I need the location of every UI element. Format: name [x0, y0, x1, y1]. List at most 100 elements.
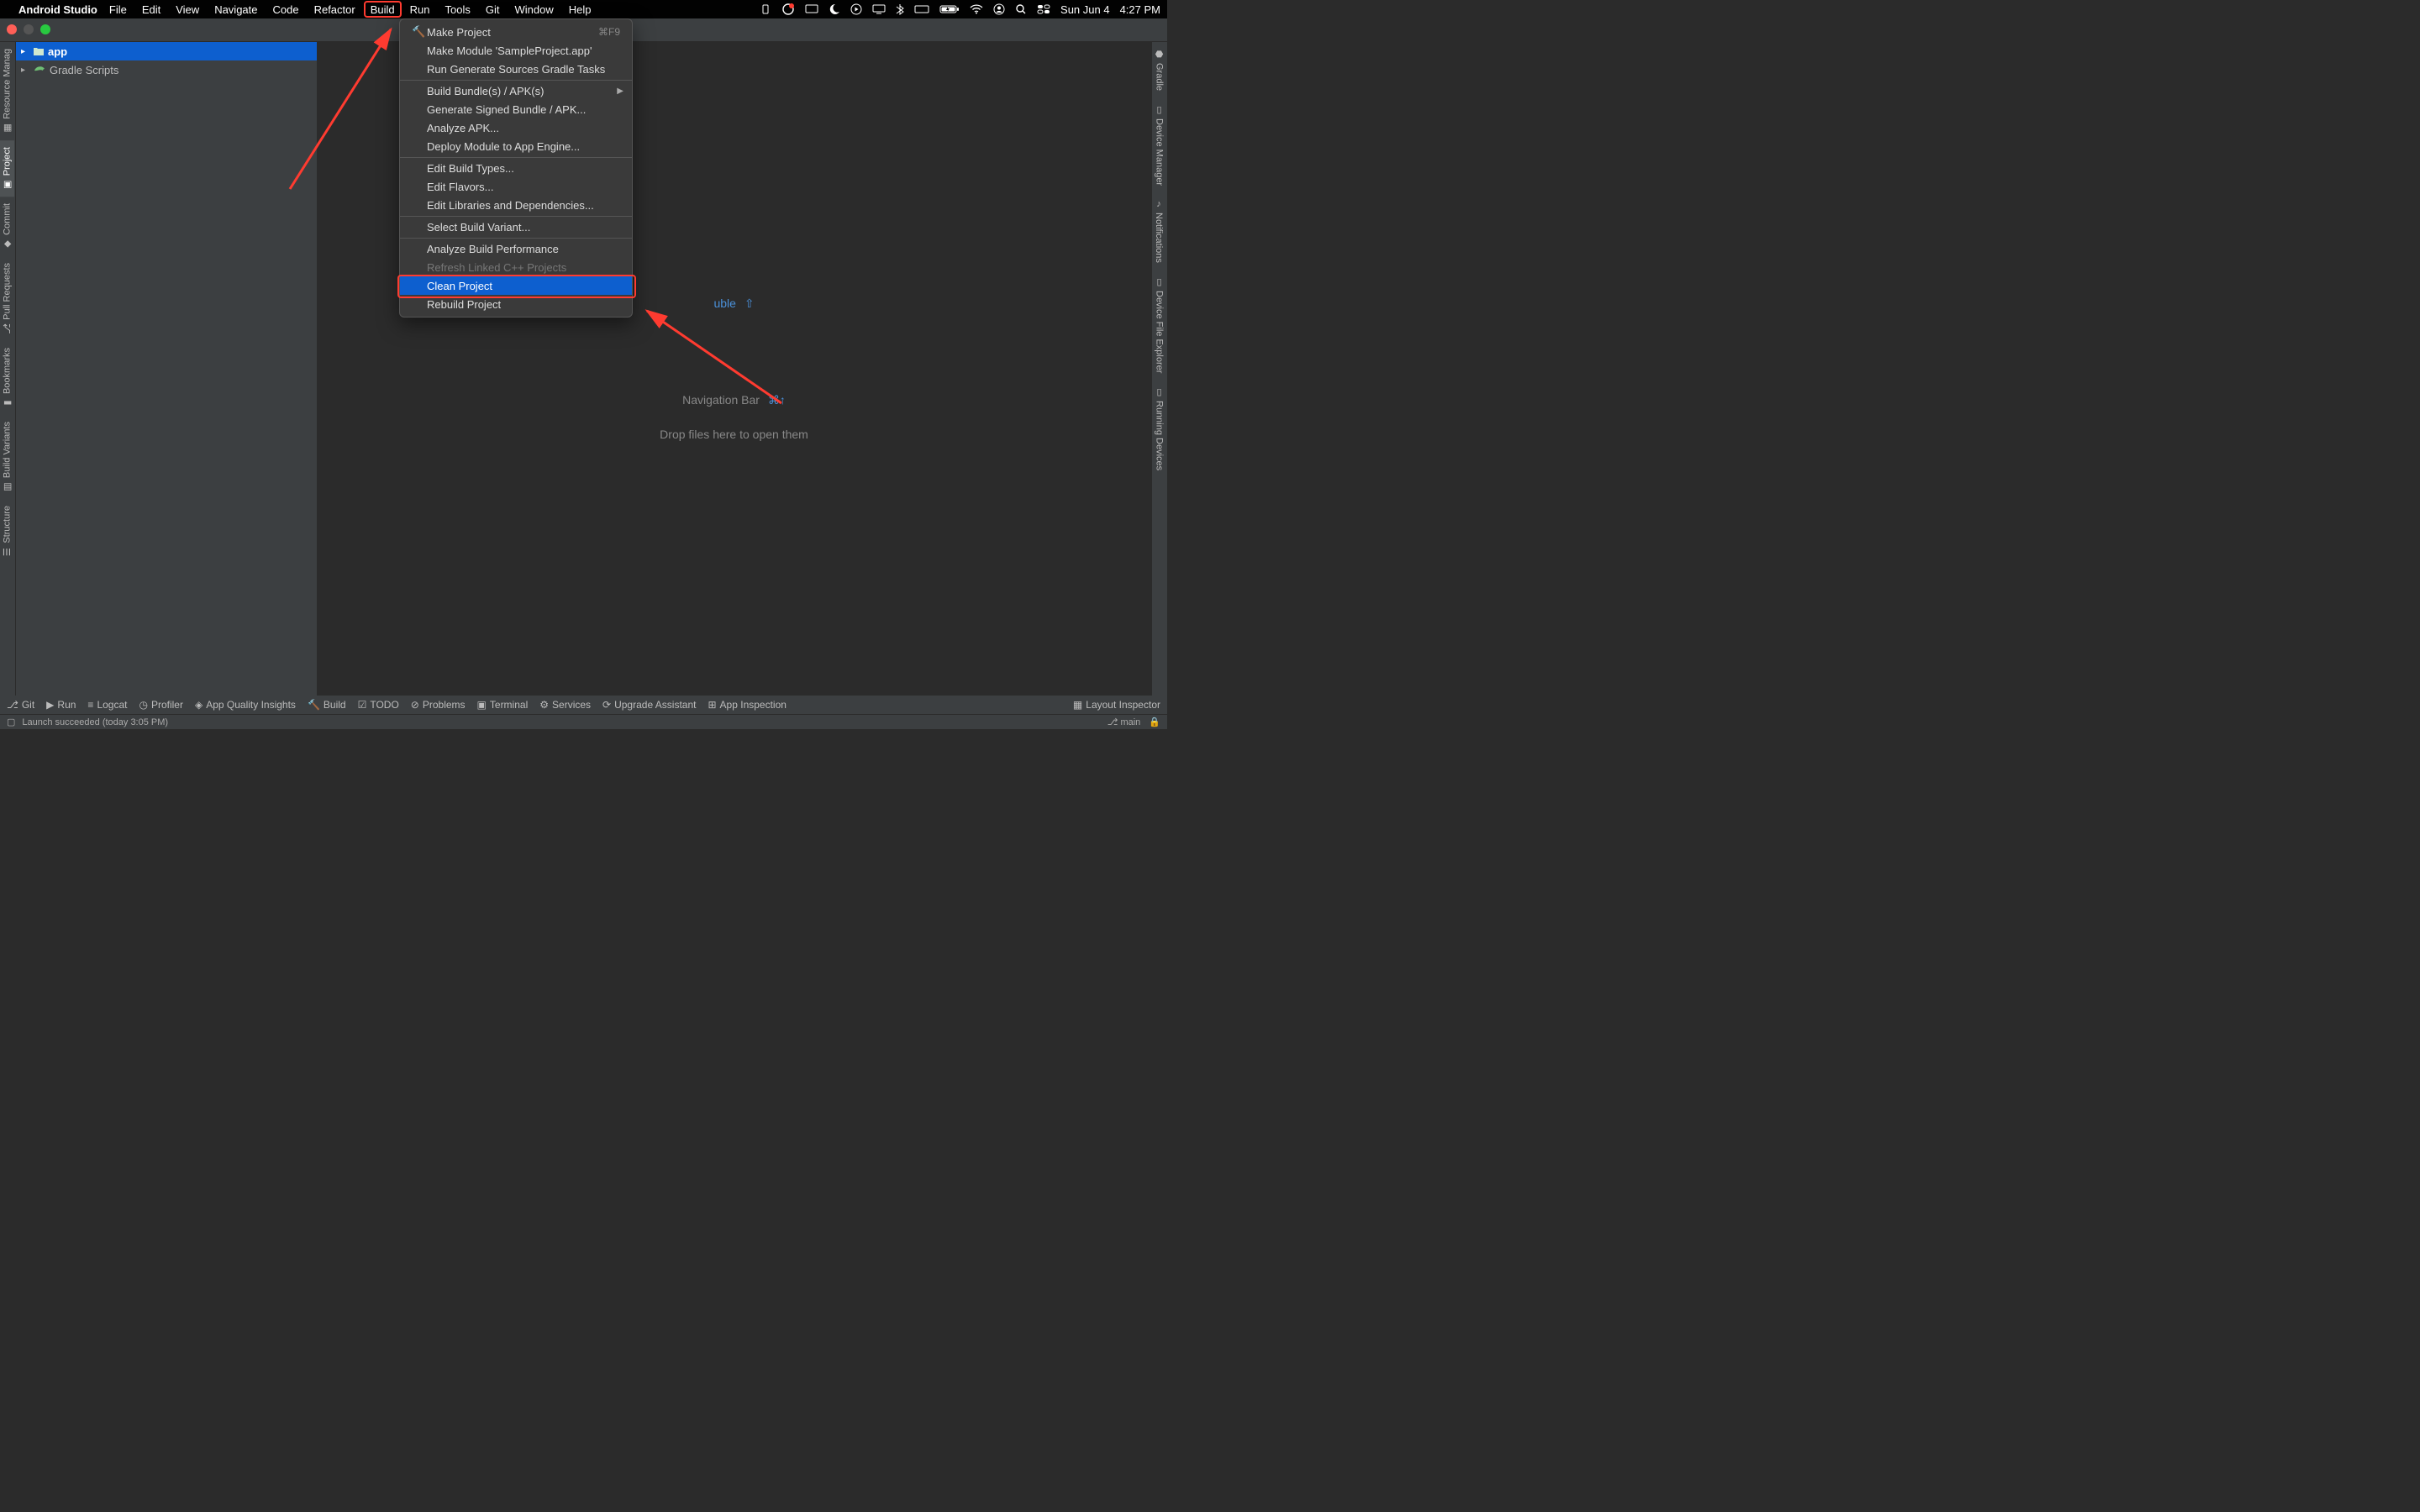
build-menu-item-build-bundle-s-apk-s[interactable]: Build Bundle(s) / APK(s)▶ — [400, 80, 632, 100]
menu-help[interactable]: Help — [569, 3, 592, 16]
tool-tab-project[interactable]: ▣Project — [0, 140, 14, 197]
gradle-icon — [33, 64, 46, 76]
chevron-right-icon: ▸ — [21, 66, 29, 75]
screen-icon[interactable] — [872, 4, 886, 14]
menu-refactor[interactable]: Refactor — [314, 3, 355, 16]
bottom-tab-profiler[interactable]: ◷Profiler — [139, 699, 183, 711]
tool-tab-build-variants[interactable]: ▥Build Variants — [0, 415, 14, 499]
wifi-icon[interactable] — [970, 4, 983, 14]
tree-node-gradle-scripts[interactable]: ▸ Gradle Scripts — [16, 60, 317, 79]
build-menu-item-generate-signed-bundle-apk[interactable]: Generate Signed Bundle / APK... — [400, 100, 632, 118]
commit-icon: ◆ — [2, 239, 13, 249]
menu-edit[interactable]: Edit — [142, 3, 160, 16]
tool-tab-running-devices[interactable]: ▯Running Devices — [1152, 380, 1166, 477]
menubar-date[interactable]: Sun Jun 4 — [1060, 3, 1110, 16]
bottom-tab-logcat[interactable]: ≡Logcat — [87, 699, 127, 711]
menu-file[interactable]: File — [109, 3, 127, 16]
play-icon[interactable] — [850, 3, 862, 15]
bluetooth-icon[interactable] — [896, 3, 904, 15]
build-menu-item-clean-project[interactable]: Clean Project — [400, 276, 632, 295]
build-menu-item-rebuild-project[interactable]: Rebuild Project — [400, 295, 632, 313]
display-icon[interactable] — [805, 4, 818, 14]
bell-icon: ♪ — [1154, 199, 1164, 209]
menu-item-label: Run Generate Sources Gradle Tasks — [427, 63, 620, 76]
tool-tab-device-manager[interactable]: ▯Device Manager — [1152, 97, 1166, 192]
bottom-tab-run[interactable]: ▶Run — [46, 699, 76, 711]
menu-run[interactable]: Run — [410, 3, 430, 16]
menu-item-label: Refresh Linked C++ Projects — [427, 261, 620, 274]
menu-item-label: Edit Build Types... — [427, 162, 620, 175]
user-icon[interactable] — [993, 3, 1005, 15]
tree-node-app[interactable]: ▸ app — [16, 42, 317, 60]
hint-drop: Drop files here to open them — [660, 428, 808, 441]
build-menu-item-analyze-apk[interactable]: Analyze APK... — [400, 118, 632, 137]
build-menu-item-deploy-module-to-app-engine[interactable]: Deploy Module to App Engine... — [400, 137, 632, 155]
tool-tab-gradle[interactable]: ⬣Gradle — [1152, 42, 1166, 97]
menubar-right: Sun Jun 4 4:27 PM — [760, 3, 1160, 16]
status-message: Launch succeeded (today 3:05 PM) — [22, 717, 168, 727]
tool-tab-pull-requests[interactable]: ⎇Pull Requests — [0, 256, 14, 341]
tool-tab-bookmarks[interactable]: ▮Bookmarks — [0, 341, 14, 415]
status-icon-1[interactable] — [760, 3, 771, 15]
problems-icon: ⊘ — [411, 699, 419, 711]
bottom-tab-app-quality[interactable]: ◈App Quality Insights — [195, 699, 296, 711]
gradle-icon: ⬣ — [1154, 49, 1165, 60]
menu-tools[interactable]: Tools — [445, 3, 471, 16]
tool-tab-device-file-explorer[interactable]: ▯Device File Explorer — [1152, 270, 1166, 380]
bottom-tab-problems[interactable]: ⊘Problems — [411, 699, 466, 711]
tool-tab-structure[interactable]: ☰Structure — [0, 499, 14, 564]
menu-git[interactable]: Git — [486, 3, 500, 16]
pr-icon: ⎇ — [2, 323, 13, 334]
search-icon[interactable] — [1015, 3, 1027, 15]
bottom-tab-todo[interactable]: ☑TODO — [358, 699, 399, 711]
menubar-time[interactable]: 4:27 PM — [1120, 3, 1160, 16]
build-menu-item-edit-libraries-and-dependencies[interactable]: Edit Libraries and Dependencies... — [400, 196, 632, 214]
play-icon: ▶ — [46, 699, 54, 711]
bottom-tab-services[interactable]: ⚙Services — [539, 699, 591, 711]
build-menu-item-make-project[interactable]: 🔨Make Project⌘F9 — [400, 23, 632, 41]
window-minimize-button[interactable] — [24, 24, 34, 34]
menu-item-label: Build Bundle(s) / APK(s) — [427, 85, 620, 97]
tool-tab-commit[interactable]: ◆Commit — [0, 197, 14, 256]
moon-icon[interactable] — [829, 3, 840, 15]
running-devices-icon: ▯ — [1154, 386, 1165, 397]
bottom-tab-layout-inspector[interactable]: ▦Layout Inspector — [1073, 699, 1160, 711]
record-icon[interactable] — [781, 3, 795, 16]
bottom-tab-app-inspection[interactable]: ⊞App Inspection — [708, 699, 786, 711]
menu-view[interactable]: View — [176, 3, 199, 16]
battery-icon[interactable] — [939, 4, 960, 14]
window-close-button[interactable] — [7, 24, 17, 34]
inspection-icon: ⊞ — [708, 699, 716, 711]
control-center-icon[interactable] — [1037, 4, 1050, 14]
tool-tab-notifications[interactable]: ♪Notifications — [1152, 192, 1165, 270]
menu-item-label: Edit Libraries and Dependencies... — [427, 199, 620, 212]
services-icon: ⚙ — [539, 699, 549, 711]
hammer-icon: 🔨 — [308, 699, 320, 711]
build-menu-item-make-module-sampleproject-app[interactable]: Make Module 'SampleProject.app' — [400, 41, 632, 60]
build-menu-item-edit-flavors[interactable]: Edit Flavors... — [400, 177, 632, 196]
bottom-tab-upgrade-assistant[interactable]: ⟳Upgrade Assistant — [602, 699, 696, 711]
window-controls — [7, 24, 50, 34]
tool-tab-resource-manager[interactable]: ▦Resource Manag — [0, 42, 14, 140]
build-menu-item-edit-build-types[interactable]: Edit Build Types... — [400, 157, 632, 177]
resource-icon: ▦ — [2, 123, 13, 134]
build-menu-item-analyze-build-performance[interactable]: Analyze Build Performance — [400, 238, 632, 258]
lock-icon[interactable]: 🔒 — [1149, 717, 1160, 727]
bottom-tab-build[interactable]: 🔨Build — [308, 699, 346, 711]
build-menu-dropdown: 🔨Make Project⌘F9Make Module 'SampleProje… — [399, 18, 633, 318]
window-maximize-button[interactable] — [40, 24, 50, 34]
build-menu-item-select-build-variant[interactable]: Select Build Variant... — [400, 216, 632, 236]
menu-navigate[interactable]: Navigate — [214, 3, 257, 16]
app-name[interactable]: Android Studio — [18, 3, 97, 16]
menu-item-label: Analyze APK... — [427, 122, 620, 134]
bottom-tab-git[interactable]: ⎇Git — [7, 699, 34, 711]
git-branch-indicator[interactable]: ⎇ main — [1107, 717, 1141, 727]
bottom-tab-terminal[interactable]: ▣Terminal — [477, 699, 529, 711]
variants-icon: ▥ — [2, 481, 13, 492]
keyboard-icon[interactable] — [914, 4, 929, 14]
terminal-icon: ▣ — [477, 699, 487, 711]
build-menu-item-run-generate-sources-gradle-tasks[interactable]: Run Generate Sources Gradle Tasks — [400, 60, 632, 78]
tree-label: Gradle Scripts — [50, 64, 118, 76]
menu-code[interactable]: Code — [273, 3, 299, 16]
menu-window[interactable]: Window — [514, 3, 553, 16]
